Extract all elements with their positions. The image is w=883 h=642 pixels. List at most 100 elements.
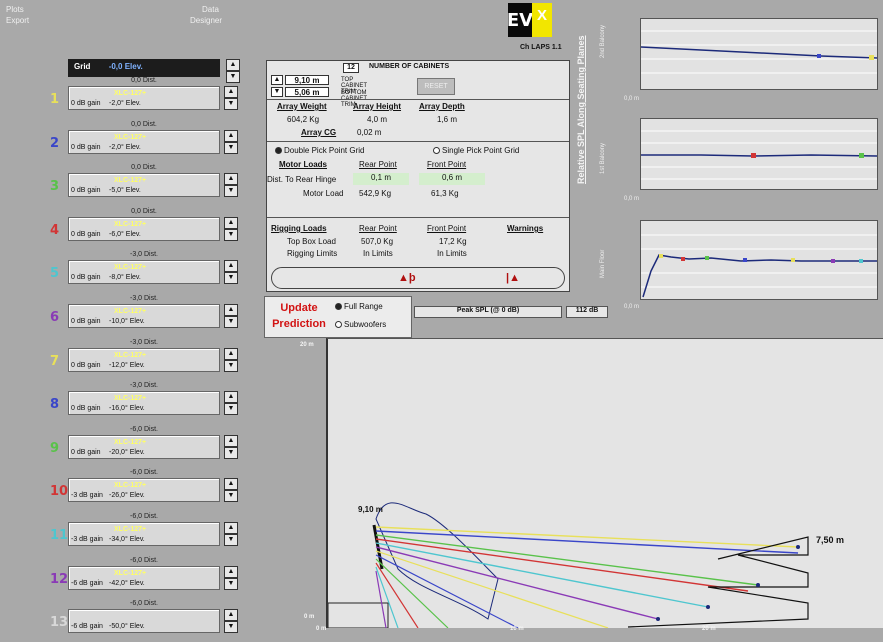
cabinet-up-button[interactable]: ▲ — [224, 130, 238, 142]
cabinet-up-button[interactable]: ▲ — [224, 478, 238, 490]
cabinet-row[interactable]: 11 -6,0 Dist. XLC-127+ -3 dB gain -34,0° Ele… — [50, 513, 238, 555]
cabinet-down-button[interactable]: ▼ — [224, 316, 238, 328]
cabinet-gain[interactable]: 0 dB gain — [71, 318, 101, 325]
top-trim-up-icon[interactable]: ▲ — [271, 75, 283, 85]
single-pick-option[interactable]: Single Pick Point Grid — [433, 146, 519, 155]
cabinet-gain[interactable]: 0 dB gain — [71, 231, 101, 238]
cabinet-panel[interactable]: XLC-127+ 0 dB gain -20,0° Elev. — [68, 435, 220, 459]
cabinet-panel[interactable]: XLC-127+ 0 dB gain -12,0° Elev. — [68, 348, 220, 372]
cabinet-spinner[interactable]: ▲ ▼ — [224, 173, 238, 197]
cabinet-down-button[interactable]: ▼ — [224, 490, 238, 502]
cabinet-panel[interactable]: XLC-127+ 0 dB gain -2,0° Elev. — [68, 86, 220, 110]
grid-up-button[interactable]: ▲ — [226, 59, 240, 71]
subwoofers-option[interactable]: Subwoofers — [335, 320, 386, 329]
cabinet-gain[interactable]: -6 dB gain — [71, 623, 103, 630]
cabinet-spinner[interactable]: ▲ ▼ — [224, 391, 238, 415]
cabinet-down-button[interactable]: ▼ — [224, 142, 238, 154]
cabinet-row[interactable]: 5 -3,0 Dist. XLC-127+ 0 dB gain -8,0° Elev. ▲… — [50, 251, 238, 293]
cabinet-elevation[interactable]: -50,0° Elev. — [109, 623, 145, 630]
cabinet-gain[interactable]: 0 dB gain — [71, 274, 101, 281]
cabinet-elevation[interactable]: -10,0° Elev. — [109, 318, 145, 325]
cabinet-down-button[interactable]: ▼ — [224, 621, 238, 633]
cabinet-row[interactable]: 4 0,0 Dist. XLC-127+ 0 dB gain -6,0° Elev. ▲ ▼ — [50, 208, 238, 250]
cabinet-spinner[interactable]: ▲ ▼ — [224, 566, 238, 590]
menu-data[interactable]: Data — [202, 4, 222, 15]
cabinet-up-button[interactable]: ▲ — [224, 435, 238, 447]
cabinet-elevation[interactable]: -16,0° Elev. — [109, 405, 145, 412]
cabinet-spinner[interactable]: ▲ ▼ — [224, 304, 238, 328]
cabinet-down-button[interactable]: ▼ — [224, 578, 238, 590]
cabinet-panel[interactable]: XLC-127+ 0 dB gain -16,0° Elev. — [68, 391, 220, 415]
cabinet-gain[interactable]: 0 dB gain — [71, 449, 101, 456]
cabinet-elevation[interactable]: -12,0° Elev. — [109, 362, 145, 369]
cabinet-up-button[interactable]: ▲ — [224, 348, 238, 360]
update-prediction-button[interactable]: Update Prediction — [267, 300, 331, 334]
cabinet-elevation[interactable]: -20,0° Elev. — [109, 449, 145, 456]
cabinet-gain[interactable]: 0 dB gain — [71, 362, 101, 369]
cabinet-elevation[interactable]: -2,0° Elev. — [109, 144, 141, 151]
cabinet-elevation[interactable]: -2,0° Elev. — [109, 100, 141, 107]
cabinet-gain[interactable]: -3 dB gain — [71, 536, 103, 543]
cabinet-down-button[interactable]: ▼ — [224, 403, 238, 415]
cabinet-up-button[interactable]: ▲ — [224, 391, 238, 403]
cabinet-down-button[interactable]: ▼ — [224, 185, 238, 197]
cabinet-elevation[interactable]: -42,0° Elev. — [109, 580, 145, 587]
grid-spinner[interactable]: ▲ ▼ — [226, 59, 240, 83]
cabinet-elevation[interactable]: -26,0° Elev. — [109, 492, 145, 499]
dist-front-value[interactable]: 0,6 m — [419, 173, 485, 185]
cabinet-row[interactable]: 12 -6,0 Dist. XLC-127+ -6 dB gain -42,0° Ele… — [50, 557, 238, 599]
reset-button[interactable]: RESET — [417, 78, 455, 95]
bottom-trim-down-icon[interactable]: ▼ — [271, 87, 283, 97]
cabinet-down-button[interactable]: ▼ — [224, 272, 238, 284]
cabinet-down-button[interactable]: ▼ — [224, 534, 238, 546]
cabinet-row[interactable]: 10 -6,0 Dist. XLC-127+ -3 dB gain -26,0° Ele… — [50, 469, 238, 511]
cabinet-up-button[interactable]: ▲ — [224, 217, 238, 229]
cabinet-down-button[interactable]: ▼ — [224, 447, 238, 459]
cabinet-gain[interactable]: 0 dB gain — [71, 144, 101, 151]
cabinet-spinner[interactable]: ▲ ▼ — [224, 435, 238, 459]
cabinet-panel[interactable]: XLC-127+ 0 dB gain -6,0° Elev. — [68, 217, 220, 241]
cabinet-spinner[interactable]: ▲ ▼ — [224, 130, 238, 154]
menu-designer[interactable]: Designer — [190, 15, 222, 26]
cabinet-spinner[interactable]: ▲ ▼ — [224, 260, 238, 284]
bottom-trim-value[interactable]: 5,06 m — [285, 87, 329, 97]
cabinet-gain[interactable]: 0 dB gain — [71, 405, 101, 412]
grid-down-button[interactable]: ▼ — [226, 71, 240, 83]
dist-rear-value[interactable]: 0,1 m — [353, 173, 409, 185]
cabinet-up-button[interactable]: ▲ — [224, 522, 238, 534]
cabinet-elevation[interactable]: -5,0° Elev. — [109, 187, 141, 194]
cabinet-down-button[interactable]: ▼ — [224, 229, 238, 241]
cabinet-gain[interactable]: -3 dB gain — [71, 492, 103, 499]
menu-plots[interactable]: Plots — [6, 4, 29, 15]
cabinet-up-button[interactable]: ▲ — [224, 86, 238, 98]
cabinet-down-button[interactable]: ▼ — [224, 98, 238, 110]
cabinet-spinner[interactable]: ▲ ▼ — [224, 478, 238, 502]
cabinet-spinner[interactable]: ▲ ▼ — [224, 348, 238, 372]
cabinet-panel[interactable]: XLC-127+ -3 dB gain -34,0° Elev. — [68, 522, 220, 546]
cabinet-row[interactable]: 7 -3,0 Dist. XLC-127+ 0 dB gain -12,0° Elev.… — [50, 339, 238, 381]
cabinet-panel[interactable]: XLC-127+ 0 dB gain -5,0° Elev. — [68, 173, 220, 197]
cabinet-row[interactable]: 2 0,0 Dist. XLC-127+ 0 dB gain -2,0° Elev. ▲ ▼ — [50, 121, 238, 163]
cabinet-row[interactable]: 1 0,0 Dist. XLC-127+ 0 dB gain -2,0° Elev. ▲ ▼ — [50, 77, 238, 119]
cabinet-up-button[interactable]: ▲ — [224, 260, 238, 272]
cabinet-panel[interactable]: XLC-127+ -6 dB gain -42,0° Elev. — [68, 566, 220, 590]
cabinet-gain[interactable]: 0 dB gain — [71, 100, 101, 107]
cabinet-panel[interactable]: XLC-127+ 0 dB gain -10,0° Elev. — [68, 304, 220, 328]
cabinet-elevation[interactable]: -6,0° Elev. — [109, 231, 141, 238]
cabinet-up-button[interactable]: ▲ — [224, 304, 238, 316]
grid-row[interactable]: Grid -0,0 Elev. — [68, 59, 220, 77]
cabinet-elevation[interactable]: -34,0° Elev. — [109, 536, 145, 543]
cabinet-row[interactable]: 6 -3,0 Dist. XLC-127+ 0 dB gain -10,0° Elev.… — [50, 295, 238, 337]
cabinet-gain[interactable]: -6 dB gain — [71, 580, 103, 587]
cabinet-gain[interactable]: 0 dB gain — [71, 187, 101, 194]
cabinet-spinner[interactable]: ▲ ▼ — [224, 217, 238, 241]
cabinet-row[interactable]: 3 0,0 Dist. XLC-127+ 0 dB gain -5,0° Elev. ▲ ▼ — [50, 164, 238, 206]
cabinet-row[interactable]: 9 -6,0 Dist. XLC-127+ 0 dB gain -20,0° Elev.… — [50, 426, 238, 468]
cabinet-down-button[interactable]: ▼ — [224, 360, 238, 372]
cabinet-panel[interactable]: XLC-127+ 0 dB gain -2,0° Elev. — [68, 130, 220, 154]
cabinet-up-button[interactable]: ▲ — [224, 566, 238, 578]
cabinet-panel[interactable]: XLC-127+ -3 dB gain -26,0° Elev. — [68, 478, 220, 502]
cabinet-spinner[interactable]: ▲ ▼ — [224, 86, 238, 110]
double-pick-option[interactable]: Double Pick Point Grid — [275, 146, 364, 155]
top-trim-value[interactable]: 9,10 m — [285, 75, 329, 85]
